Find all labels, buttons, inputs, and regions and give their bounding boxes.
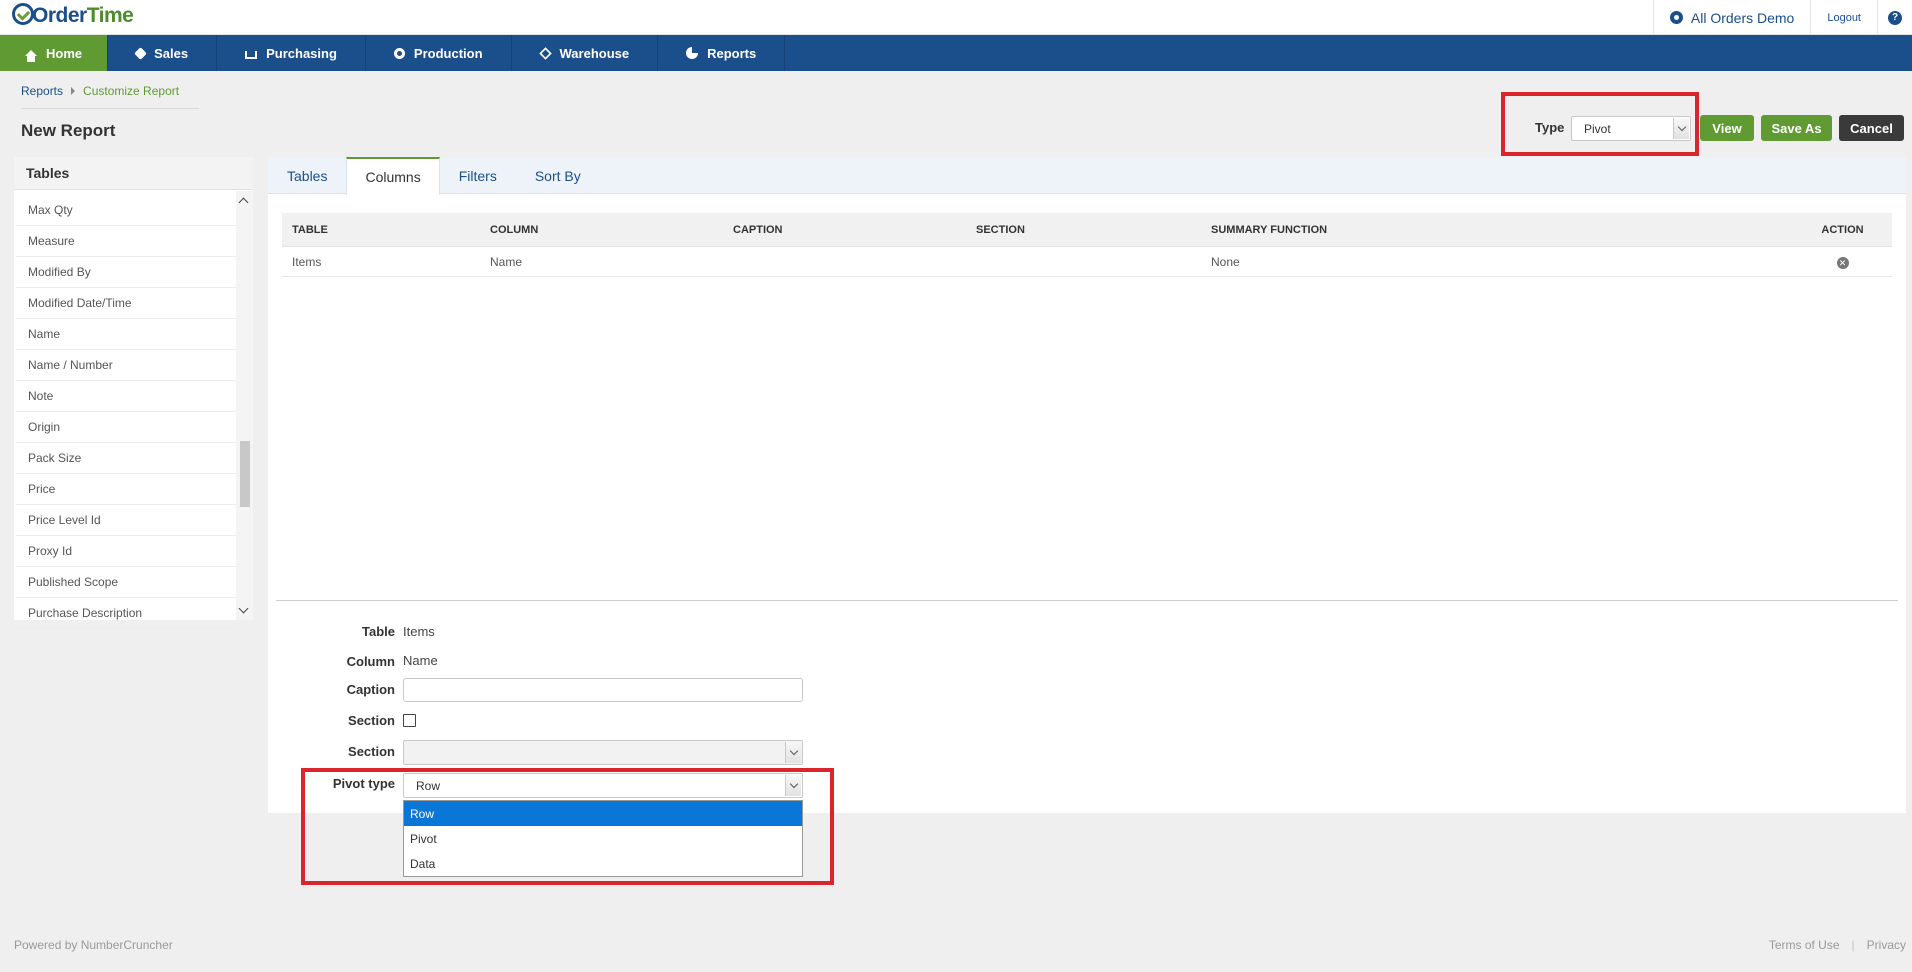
list-item[interactable]: Name / Number — [16, 350, 236, 381]
list-item[interactable]: Note — [16, 381, 236, 412]
tab-sort-by[interactable]: Sort By — [516, 157, 600, 194]
cell-summary-function: None — [1211, 254, 1240, 269]
column-value: Name — [403, 653, 438, 668]
list-item[interactable]: Pack Size — [16, 443, 236, 474]
scroll-thumb[interactable] — [240, 441, 250, 507]
nav-item-purchasing[interactable]: Purchasing — [217, 35, 366, 71]
breadcrumb-separator-icon — [71, 87, 76, 95]
caption-input[interactable] — [403, 678, 803, 702]
field-list: Max Qty Measure Modified By Modified Dat… — [16, 195, 236, 629]
breadcrumb-reports[interactable]: Reports — [21, 84, 63, 98]
cell-column: Name — [490, 254, 523, 269]
chevron-down-icon — [785, 742, 801, 763]
header-summary-function[interactable]: SUMMARY FUNCTION — [1201, 224, 1787, 236]
scroll-up-icon[interactable] — [238, 197, 249, 208]
top-bar: OrderTime All Orders Demo Logout ? — [0, 0, 1912, 35]
header-section[interactable]: SECTION — [966, 224, 1201, 236]
nav-item-sales[interactable]: Sales — [108, 35, 218, 71]
list-item[interactable]: Modified Date/Time — [16, 288, 236, 319]
page-title: New Report — [21, 121, 116, 140]
remove-icon[interactable]: ✕ — [1836, 256, 1849, 269]
annotation-highlight-type — [1501, 92, 1699, 156]
tab-filters[interactable]: Filters — [440, 157, 516, 194]
tab-columns[interactable]: Columns — [346, 157, 440, 195]
top-right-menu: All Orders Demo Logout ? — [1652, 0, 1912, 35]
header-caption[interactable]: CAPTION — [723, 224, 966, 236]
header-table[interactable]: TABLE — [282, 224, 480, 236]
column-label: Column — [346, 654, 395, 669]
nav-item-warehouse[interactable]: Warehouse — [512, 35, 659, 71]
list-item[interactable]: Modified By — [16, 257, 236, 288]
ordertime-logo[interactable]: OrderTime — [12, 3, 134, 28]
privacy-link[interactable]: Privacy — [1867, 938, 1906, 952]
help-button[interactable]: ? — [1877, 0, 1912, 35]
gear-icon — [1669, 11, 1683, 24]
nav-item-reports[interactable]: Reports — [658, 35, 786, 71]
editor-tabs: Tables Columns Filters Sort By — [268, 157, 1906, 195]
list-item[interactable]: Price — [16, 474, 236, 505]
list-item[interactable]: Proxy Id — [16, 536, 236, 567]
section-checkbox-label: Section — [348, 713, 395, 728]
main-nav: Home Sales Purchasing Production Warehou… — [0, 35, 1912, 71]
section-divider — [276, 600, 1898, 601]
cancel-button[interactable]: Cancel — [1839, 115, 1904, 141]
list-item[interactable]: Measure — [16, 226, 236, 257]
breadcrumb-divider — [21, 108, 199, 109]
table-row[interactable]: Items Name None ✕ — [282, 247, 1892, 277]
annotation-highlight-pivot-type — [301, 768, 834, 885]
cart-icon — [245, 51, 258, 59]
box-icon — [538, 46, 552, 60]
logout-link[interactable]: Logout — [1810, 0, 1877, 35]
caption-label: Caption — [346, 682, 395, 697]
logo-text-time: Time — [86, 4, 134, 27]
nav-item-production[interactable]: Production — [366, 35, 512, 71]
view-button[interactable]: View — [1700, 115, 1754, 141]
company-menu[interactable]: All Orders Demo — [1652, 0, 1810, 35]
save-as-button[interactable]: Save As — [1761, 115, 1832, 141]
home-icon — [25, 50, 37, 62]
cell-table: Items — [292, 254, 322, 269]
list-item[interactable]: Published Scope — [16, 567, 236, 598]
cogs-icon — [393, 47, 405, 59]
section-checkbox[interactable] — [403, 714, 416, 727]
breadcrumb-customize-report[interactable]: Customize Report — [83, 84, 179, 98]
section-select-label: Section — [348, 744, 395, 759]
tables-panel-title: Tables — [14, 157, 253, 190]
tag-icon — [134, 46, 147, 60]
report-editor-panel: Tables Columns Filters Sort By TABLE COL… — [268, 157, 1906, 813]
pie-chart-icon — [686, 47, 699, 59]
company-name: All Orders Demo — [1690, 9, 1795, 26]
list-item[interactable]: Max Qty — [16, 195, 236, 226]
field-list-scrollbar[interactable] — [236, 191, 253, 620]
list-item[interactable]: Origin — [16, 412, 236, 443]
list-item[interactable]: Purchase Description — [16, 598, 236, 629]
cell-action: ✕ — [1787, 255, 1892, 269]
logo-text-order: Order — [32, 4, 87, 27]
tab-tables[interactable]: Tables — [268, 157, 346, 194]
header-column[interactable]: COLUMN — [480, 224, 723, 236]
list-item[interactable]: Price Level Id — [16, 505, 236, 536]
columns-grid: TABLE COLUMN CAPTION SECTION SUMMARY FUN… — [282, 213, 1892, 277]
tables-panel: Tables Max Qty Measure Modified By Modif… — [14, 157, 253, 629]
grid-header: TABLE COLUMN CAPTION SECTION SUMMARY FUN… — [282, 213, 1892, 247]
powered-by-text: Powered by NumberCruncher — [14, 938, 173, 952]
nav-item-home[interactable]: Home — [0, 35, 109, 71]
list-item[interactable]: Name — [16, 319, 236, 350]
terms-of-use-link[interactable]: Terms of Use — [1769, 938, 1840, 952]
table-value: Items — [403, 624, 435, 639]
logo-mark-icon — [12, 3, 34, 25]
help-icon: ? — [1888, 10, 1902, 25]
scroll-down-icon[interactable] — [238, 603, 249, 614]
breadcrumb: Reports Customize Report — [21, 84, 179, 98]
header-action: ACTION — [1821, 223, 1864, 236]
footer-separator: | — [1851, 938, 1855, 952]
footer-links: Terms of Use | Privacy — [1769, 938, 1906, 952]
table-label: Table — [362, 624, 395, 639]
section-select[interactable] — [403, 740, 803, 765]
